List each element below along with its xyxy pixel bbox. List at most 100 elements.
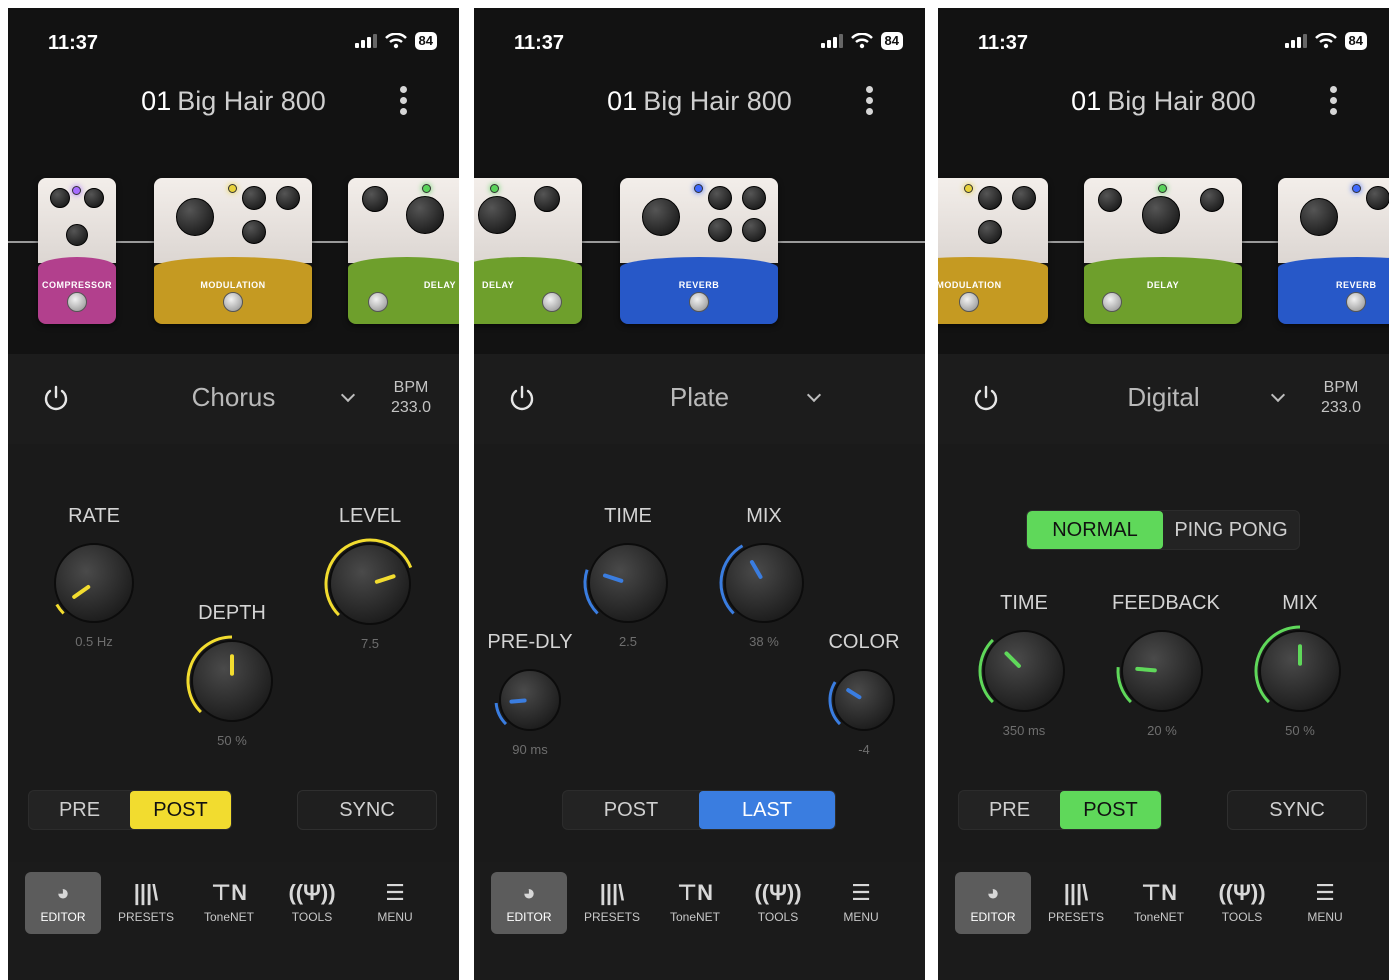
tonenet-icon: ⊤N <box>1141 880 1177 905</box>
nav-tools[interactable]: ((Ψ)) TOOLS <box>274 872 350 934</box>
delay-pedal[interactable]: DELAY <box>474 178 582 324</box>
nav-tonenet[interactable]: ⊤N ToneNET <box>657 872 733 934</box>
knob-dial[interactable] <box>1114 623 1210 719</box>
order-option-post[interactable]: POST <box>130 791 231 829</box>
nav-presets[interactable]: |||\ PRESETS <box>574 872 650 934</box>
delay-pedal[interactable]: DELAY <box>1084 178 1242 324</box>
preset-number: 01 <box>141 86 172 116</box>
preset-title[interactable]: 01 Big Hair 800 <box>938 86 1389 117</box>
status-time: 11:37 <box>48 32 99 54</box>
knob-body <box>1121 630 1203 712</box>
effect-type-bar: Plate <box>474 354 925 444</box>
wifi-icon <box>384 33 407 49</box>
more-options-icon[interactable] <box>400 86 407 115</box>
order-option-post[interactable]: POST <box>1060 791 1161 829</box>
nav-editor[interactable]: ◕ EDITOR <box>491 872 567 934</box>
order-option-pre[interactable]: PRE <box>959 791 1060 829</box>
more-options-icon[interactable] <box>866 86 873 115</box>
nav-label: EDITOR <box>40 910 86 924</box>
reverb-pedal[interactable]: REVERB <box>1278 178 1389 324</box>
nav-label: TOOLS <box>757 910 799 924</box>
nav-menu[interactable]: ☰ MENU <box>357 872 433 934</box>
compressor-pedal[interactable]: COMPRESSOR <box>38 178 116 324</box>
nav-editor[interactable]: ◕ EDITOR <box>955 872 1031 934</box>
knob-dial[interactable] <box>976 623 1072 719</box>
knob-dial[interactable] <box>322 536 418 632</box>
knob-dial[interactable] <box>492 662 568 738</box>
nav-menu[interactable]: ☰ MENU <box>823 872 899 934</box>
color-knob[interactable]: COLOR -4 <box>814 630 914 757</box>
preset-name: Big Hair 800 <box>1107 86 1256 116</box>
wifi-icon <box>850 33 873 49</box>
sync-button[interactable]: SYNC <box>297 790 437 830</box>
time-knob[interactable]: TIME 2.5 <box>578 504 678 649</box>
bpm-display[interactable]: BPM 233.0 <box>391 378 431 418</box>
mode-option-normal[interactable]: NORMAL <box>1027 511 1163 549</box>
status-icons: 84 <box>820 32 903 50</box>
knob-label: MIX <box>1282 592 1318 614</box>
editor-icon: ◕ <box>986 880 1000 905</box>
editor-icon: ◕ <box>56 880 70 905</box>
preset-title[interactable]: 01 Big Hair 800 <box>8 86 459 117</box>
mode-option-ping-pong[interactable]: PING PONG <box>1163 511 1299 549</box>
pre-delay-knob[interactable]: PRE-DLY 90 ms <box>480 630 580 757</box>
hamburger-menu-icon: ☰ <box>851 880 871 905</box>
nav-tonenet[interactable]: ⊤N ToneNET <box>1121 872 1197 934</box>
preset-title[interactable]: 01 Big Hair 800 <box>474 86 925 117</box>
presets-icon: |||\ <box>133 880 159 905</box>
more-options-icon[interactable] <box>1330 86 1337 115</box>
pedal-label: MODULATION <box>200 280 266 290</box>
mix-knob[interactable]: MIX 38 % <box>714 504 814 649</box>
knob-pointer <box>509 698 527 704</box>
nav-label: ToneNET <box>669 910 721 924</box>
effect-type-dropdown[interactable]: Plate <box>474 382 925 413</box>
nav-tools[interactable]: ((Ψ)) TOOLS <box>1204 872 1280 934</box>
mix-knob[interactable]: MIX 50 % <box>1250 591 1350 738</box>
presets-icon: |||\ <box>1063 880 1089 905</box>
modulation-pedal[interactable]: MODULATION <box>938 178 1048 324</box>
order-option-post[interactable]: POST <box>563 791 699 829</box>
nav-tools[interactable]: ((Ψ)) TOOLS <box>740 872 816 934</box>
controls-panel: RATE 0.5 Hz DEPTH 50 % LEVEL 7.5 PRE POS… <box>8 444 459 862</box>
effect-type-bar: Digital BPM 233.0 <box>938 354 1389 444</box>
battery-icon: 84 <box>880 32 903 50</box>
nav-menu[interactable]: ☰ MENU <box>1287 872 1363 934</box>
delay-pedal[interactable]: DELAY <box>348 178 459 324</box>
nav-label: ToneNET <box>1133 910 1185 924</box>
knob-label: TIME <box>604 505 652 527</box>
knob-dial[interactable] <box>717 536 811 630</box>
cellular-signal-icon <box>820 34 843 48</box>
order-option-pre[interactable]: PRE <box>29 791 130 829</box>
knob-dial[interactable] <box>184 633 280 729</box>
presets-icon: |||\ <box>599 880 625 905</box>
knob-dial[interactable] <box>1252 623 1348 719</box>
nav-presets[interactable]: |||\ PRESETS <box>1038 872 1114 934</box>
pedal-label: REVERB <box>1336 280 1377 290</box>
order-option-last[interactable]: LAST <box>699 791 835 829</box>
time-knob[interactable]: TIME 350 ms <box>974 591 1074 738</box>
nav-label: PRESETS <box>117 910 174 924</box>
bpm-display[interactable]: BPM 233.0 <box>1321 378 1361 418</box>
footswitch <box>1346 292 1366 312</box>
nav-editor[interactable]: ◕ EDITOR <box>25 872 101 934</box>
depth-knob[interactable]: DEPTH 50 % <box>182 601 282 748</box>
bpm-value: 233.0 <box>1320 399 1361 416</box>
knob-dial[interactable] <box>826 662 902 738</box>
knob-body <box>833 669 895 731</box>
knob-body <box>499 669 561 731</box>
knob-dial[interactable] <box>47 536 141 630</box>
pedal-chain: MODULATION DELAY REVERB <box>938 158 1389 338</box>
sync-button[interactable]: SYNC <box>1227 790 1367 830</box>
knob-dial[interactable] <box>581 536 675 630</box>
order-selector: PRE POST <box>958 790 1162 830</box>
level-knob[interactable]: LEVEL 7.5 <box>320 504 420 651</box>
knob-body <box>191 640 273 722</box>
preset-number: 01 <box>1071 86 1102 116</box>
nav-presets[interactable]: |||\ PRESETS <box>108 872 184 934</box>
pedal-label: COMPRESSOR <box>41 280 112 290</box>
feedback-knob[interactable]: FEEDBACK 20 % <box>1112 591 1220 738</box>
rate-knob[interactable]: RATE 0.5 Hz <box>44 504 144 649</box>
modulation-pedal[interactable]: MODULATION <box>154 178 312 324</box>
reverb-pedal[interactable]: REVERB <box>620 178 778 324</box>
nav-tonenet[interactable]: ⊤N ToneNET <box>191 872 267 934</box>
